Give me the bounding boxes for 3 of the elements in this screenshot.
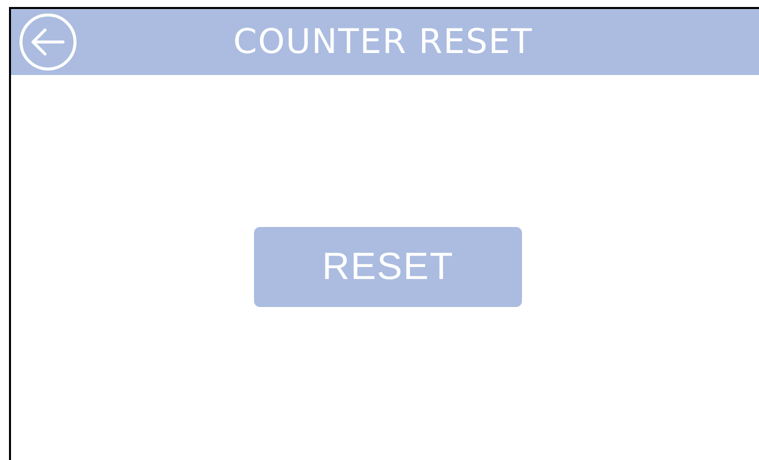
- screen-title: COUNTER RESET: [233, 22, 534, 62]
- reset-button[interactable]: RESET: [254, 227, 522, 307]
- back-button[interactable]: [19, 13, 77, 71]
